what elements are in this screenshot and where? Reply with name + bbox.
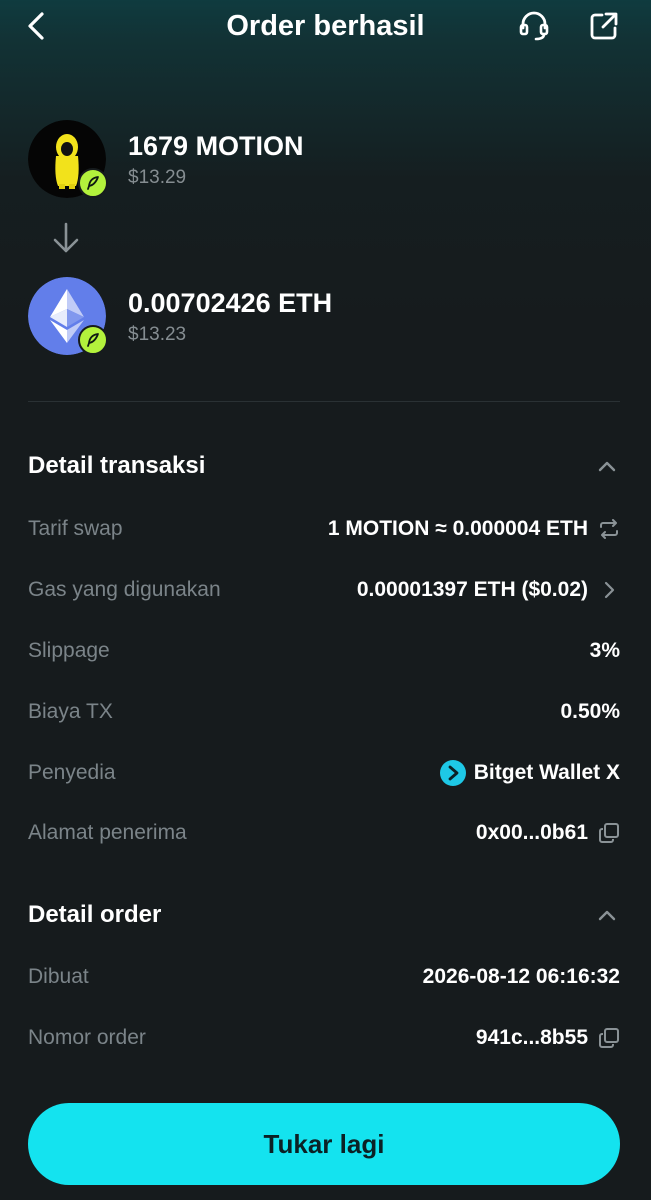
row-label: Gas yang digunakan bbox=[28, 578, 221, 601]
swap-arrows-icon[interactable] bbox=[598, 518, 620, 540]
row-label: Tarif swap bbox=[28, 517, 123, 540]
row-label: Dibuat bbox=[28, 965, 89, 988]
detail-row-provider: Penyedia Bitget Wallet X bbox=[28, 756, 620, 790]
order-details-title: Detail order bbox=[28, 901, 162, 928]
row-label: Penyedia bbox=[28, 761, 116, 784]
chain-badge bbox=[78, 325, 108, 355]
to-amount: 0.00702426 ETH bbox=[128, 288, 333, 318]
detail-row-gas[interactable]: Gas yang digunakan 0.00001397 ETH ($0.02… bbox=[28, 573, 620, 607]
detail-row-tx-fee: Biaya TX 0.50% bbox=[28, 695, 620, 729]
support-button[interactable] bbox=[514, 6, 554, 46]
created-value: 2026-08-12 06:16:32 bbox=[422, 965, 620, 988]
from-amount: 1679 MOTION bbox=[128, 131, 304, 161]
detail-row-swap-rate: Tarif swap 1 MOTION ≈ 0.000004 ETH bbox=[28, 512, 620, 546]
chevron-up-icon bbox=[598, 910, 616, 921]
row-value: 0.50% bbox=[560, 699, 620, 725]
header: Order berhasil bbox=[0, 0, 651, 56]
to-fiat-value: $13.23 bbox=[128, 324, 187, 345]
recipient-address-value: 0x00...0b61 bbox=[475, 821, 588, 844]
share-button[interactable] bbox=[584, 6, 624, 46]
swap-to-token: 0.00702426 ETH $13.23 bbox=[28, 277, 628, 357]
detail-row-recipient: Alamat penerima 0x00...0b61 bbox=[28, 816, 620, 850]
chevron-up-icon bbox=[598, 461, 616, 472]
row-label: Biaya TX bbox=[28, 700, 113, 723]
transaction-details-title: Detail transaksi bbox=[28, 452, 206, 479]
headset-icon bbox=[519, 11, 549, 41]
divider bbox=[28, 401, 620, 402]
provider-value: Bitget Wallet X bbox=[473, 761, 620, 784]
tx-fee-value: 0.50% bbox=[560, 700, 620, 723]
collapse-order-details-button[interactable] bbox=[594, 902, 620, 928]
chevron-right-icon bbox=[598, 579, 620, 601]
swap-again-button[interactable]: Tukar lagi bbox=[28, 1103, 620, 1185]
row-value: 0x00...0b61 bbox=[476, 820, 620, 846]
copy-icon[interactable] bbox=[598, 1027, 620, 1049]
detail-row-slippage: Slippage 3% bbox=[28, 634, 620, 668]
row-value: 941c...8b55 bbox=[476, 1025, 620, 1051]
from-fiat-value: $13.29 bbox=[128, 167, 187, 188]
row-value: 1 MOTION ≈ 0.000004 ETH bbox=[328, 516, 620, 542]
order-number-value: 941c...8b55 bbox=[475, 1026, 588, 1049]
swap-rate-value: 1 MOTION ≈ 0.000004 ETH bbox=[327, 517, 588, 540]
copy-icon[interactable] bbox=[598, 822, 620, 844]
detail-row-order-number: Nomor order 941c...8b55 bbox=[28, 1021, 620, 1055]
arrow-down-icon bbox=[50, 220, 82, 256]
row-label: Nomor order bbox=[28, 1026, 146, 1049]
row-value: 0.00001397 ETH ($0.02) bbox=[357, 577, 620, 603]
row-value: 3% bbox=[590, 638, 620, 664]
feather-icon bbox=[87, 176, 99, 190]
feather-icon bbox=[87, 333, 99, 347]
share-icon bbox=[590, 12, 618, 40]
row-label: Slippage bbox=[28, 639, 110, 662]
detail-row-created: Dibuat 2026-08-12 06:16:32 bbox=[28, 960, 620, 994]
gas-value: 0.00001397 ETH ($0.02) bbox=[356, 578, 588, 601]
bitget-wallet-icon bbox=[439, 760, 466, 786]
row-value: 2026-08-12 06:16:32 bbox=[423, 964, 620, 990]
row-value: Bitget Wallet X bbox=[439, 760, 620, 786]
swap-from-token: 1679 MOTION $13.29 bbox=[28, 120, 628, 200]
row-label: Alamat penerima bbox=[28, 821, 187, 844]
chain-badge bbox=[78, 168, 108, 198]
collapse-transaction-details-button[interactable] bbox=[594, 453, 620, 479]
slippage-value: 3% bbox=[589, 639, 620, 662]
